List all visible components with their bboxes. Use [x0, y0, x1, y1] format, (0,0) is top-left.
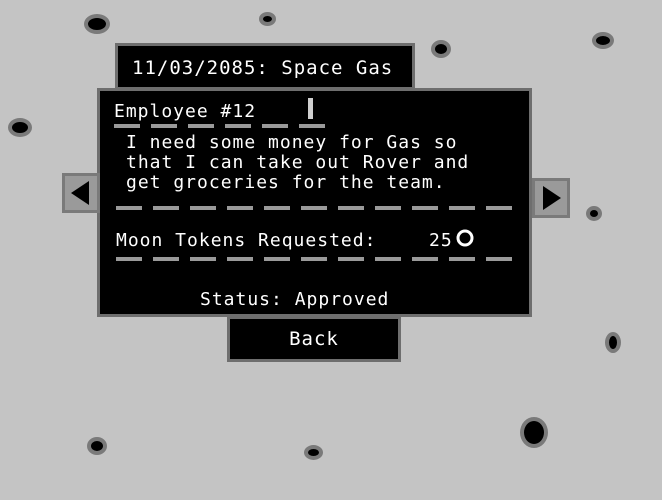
crater	[84, 14, 110, 34]
dashed-divider	[114, 124, 326, 128]
request-message: I need some money for Gas so that I can …	[126, 132, 470, 193]
crater	[431, 40, 451, 58]
crater	[592, 32, 614, 49]
back-button-label: Back	[289, 328, 339, 350]
dashed-divider	[116, 206, 518, 210]
crater	[520, 417, 548, 448]
status-text: Status: Approved	[200, 289, 390, 310]
next-request-button[interactable]	[532, 178, 570, 218]
moon-token-icon	[456, 229, 474, 247]
request-card: Employee #12 I need some money for Gas s…	[97, 88, 532, 317]
tokens-label: Moon Tokens Requested:	[116, 230, 377, 251]
date-title: 11/03/2085: Space Gas	[132, 57, 394, 79]
crater	[259, 12, 276, 26]
tokens-value: 25	[429, 230, 453, 251]
dashed-divider	[116, 257, 518, 261]
crater	[605, 332, 621, 353]
previous-request-button[interactable]	[62, 173, 100, 213]
employee-label: Employee #12	[114, 101, 257, 122]
right-arrow-icon	[543, 186, 561, 210]
left-arrow-icon	[71, 181, 89, 205]
date-title-tab: 11/03/2085: Space Gas	[115, 43, 415, 90]
back-button[interactable]: Back	[227, 316, 401, 362]
crater	[304, 445, 323, 460]
crater	[87, 437, 107, 455]
crater	[8, 118, 32, 137]
crater	[586, 206, 602, 221]
text-cursor	[308, 98, 313, 119]
